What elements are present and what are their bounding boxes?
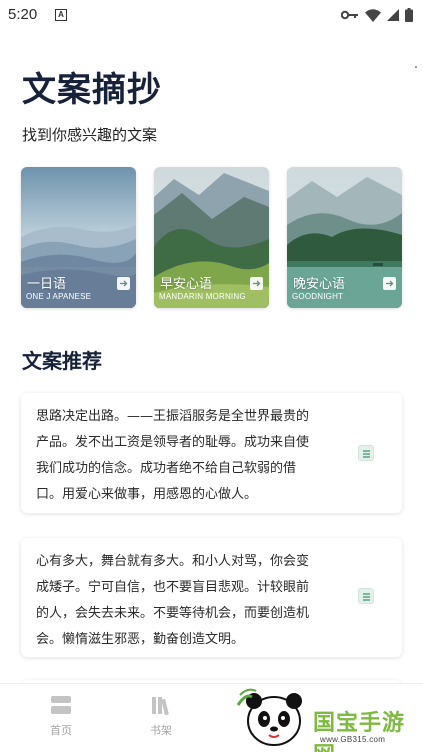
home-icon	[51, 696, 71, 714]
quote-line: 产品。发不出工资是领导者的耻辱。成功来自使	[36, 435, 310, 450]
quote-line: 成矮子。宁可自信，也不要盲目悲观。计较眼前	[36, 580, 310, 595]
panda-logo-icon	[236, 688, 302, 746]
category-card-goodnight[interactable]: 晚安心语 GOODNIGHT	[287, 167, 402, 308]
card-subtitle: MANDARIN MORNING	[159, 292, 246, 301]
card-subtitle: ONE J APANESE	[26, 292, 92, 301]
category-card-one-japanese[interactable]: 一日语 ONE J APANESE	[21, 167, 136, 308]
quote-line: 我们成功的信念。成功者绝不给自己软弱的借	[36, 461, 297, 476]
status-time: 5:20	[8, 6, 38, 23]
decorative-dot	[415, 66, 417, 68]
tab-label: 书架	[150, 724, 172, 737]
signal-icon	[387, 9, 399, 21]
quote-card[interactable]: 心有多大，舞台就有多大。和小人对骂，你会变 成矮子。宁可自信，也不要盲目悲观。计…	[21, 538, 402, 657]
tab-bookshelf[interactable]: 书架	[131, 694, 191, 738]
note-icon[interactable]	[358, 588, 374, 604]
quote-line: 思路决定出路。——王振滔服务是全世界最贵的	[36, 409, 310, 424]
page-title: 文案摘抄	[22, 70, 162, 110]
section-title: 文案推荐	[22, 349, 102, 373]
arrow-right-icon	[117, 277, 130, 290]
wifi-icon	[365, 8, 381, 22]
card-title: 早安心语	[160, 277, 213, 292]
vpn-key-icon	[341, 10, 358, 20]
category-card-mandarin-morning[interactable]: 早安心语 MANDARIN MORNING	[154, 167, 269, 308]
status-icons	[341, 6, 413, 24]
page-subtitle: 找到你感兴趣的文案	[22, 126, 158, 144]
bookshelf-icon	[152, 697, 169, 716]
battery-icon	[405, 8, 413, 22]
watermark-url: www.GB315.com	[320, 735, 386, 744]
quote-line: 口。用爱心来做事，用感恩的心做人。	[36, 487, 258, 502]
quote-card[interactable]: 思路决定出路。——王振滔服务是全世界最贵的 产品。发不出工资是领导者的耻辱。成功…	[21, 393, 402, 513]
card-subtitle: GOODNIGHT	[292, 292, 344, 301]
tab-home[interactable]: 首页	[31, 694, 91, 738]
quote-line: 会。懒惰滋生邪恶，勤奋创造文明。	[36, 632, 245, 647]
quote-line: 心有多大，舞台就有多大。和小人对骂，你会变	[36, 554, 310, 569]
card-title: 一日语	[27, 277, 67, 292]
notification-a-icon: A	[55, 9, 67, 21]
tab-label: 首页	[50, 724, 72, 737]
watermark-brand: 国宝手游网	[313, 711, 406, 752]
quote-line: 的人，会失去未来。不要等待机会，而要创造机	[36, 606, 310, 621]
arrow-right-icon	[250, 277, 263, 290]
arrow-right-icon	[383, 277, 396, 290]
status-bar: 5:20 A	[0, 0, 423, 30]
card-title: 晚安心语	[293, 277, 346, 292]
category-cards: 一日语 ONE J APANESE 早安心语 MANDARIN MORNING	[21, 167, 403, 309]
note-icon[interactable]	[358, 445, 374, 461]
